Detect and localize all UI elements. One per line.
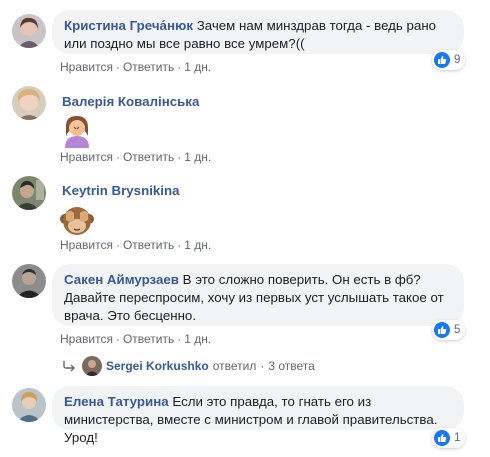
comment-bubble: Кристина Греча́нюк Зачем нам минздрав то… bbox=[52, 10, 464, 54]
like-reaction-icon bbox=[434, 430, 450, 446]
avatar bbox=[82, 356, 102, 376]
comment-author[interactable]: Keytrin Brysnikina bbox=[62, 182, 180, 200]
timestamp-link[interactable]: 1 дн. bbox=[184, 150, 211, 164]
reply-link[interactable]: Ответить bbox=[123, 60, 174, 74]
comment-bubble: Сакен Аймурзаев В это сложно поверить. О… bbox=[52, 264, 464, 326]
comment-bubble: Елена Татурина Если это правда, то гнать… bbox=[52, 386, 464, 445]
like-reaction-icon bbox=[434, 322, 450, 338]
comment-author[interactable]: Сакен Аймурзаев bbox=[64, 272, 179, 287]
see-no-evil-monkey-emoji bbox=[60, 203, 94, 237]
comment-author[interactable]: Валерія Ковалінська bbox=[62, 93, 199, 111]
comment-actions: Нравится · Ответить · 1 дн. bbox=[60, 238, 212, 252]
reply-arrow-icon bbox=[62, 360, 76, 372]
timestamp-link[interactable]: 1 дн. bbox=[184, 60, 211, 74]
like-reaction-icon bbox=[434, 52, 450, 68]
reaction-count-badge[interactable]: 5 bbox=[432, 320, 466, 340]
timestamp-link[interactable]: 1 дн. bbox=[184, 332, 211, 346]
comment-author[interactable]: Елена Татурина bbox=[64, 394, 169, 409]
avatar[interactable] bbox=[12, 14, 46, 48]
like-link[interactable]: Нравится bbox=[60, 238, 113, 252]
comment-actions: Нравится · Ответить · 1 дн. bbox=[60, 150, 212, 164]
reply-count: 3 ответа bbox=[268, 359, 315, 373]
reply-link[interactable]: Ответить bbox=[123, 238, 174, 252]
avatar[interactable] bbox=[12, 264, 46, 298]
reply-author[interactable]: Sergei Korkushko bbox=[106, 359, 209, 373]
like-link[interactable]: Нравится bbox=[60, 332, 113, 346]
comment-author[interactable]: Кристина Греча́нюк bbox=[64, 18, 193, 33]
reply-link[interactable]: Ответить bbox=[123, 150, 174, 164]
reaction-count: 5 bbox=[454, 324, 461, 336]
timestamp-link[interactable]: 1 дн. bbox=[184, 238, 211, 252]
reply-link[interactable]: Ответить bbox=[123, 332, 174, 346]
reaction-count-badge[interactable]: 9 bbox=[432, 50, 466, 70]
avatar[interactable] bbox=[12, 176, 46, 210]
like-link[interactable]: Нравится bbox=[60, 60, 113, 74]
comment-actions: Нравится · Ответить · 1 дн. bbox=[60, 60, 212, 74]
like-link[interactable]: Нравится bbox=[60, 150, 113, 164]
avatar[interactable] bbox=[12, 388, 46, 422]
reaction-count-badge[interactable]: 1 bbox=[432, 428, 466, 448]
reaction-count: 1 bbox=[454, 432, 461, 444]
reaction-count: 9 bbox=[454, 54, 461, 66]
reply-action: ответил bbox=[212, 359, 257, 373]
comment-actions: Нравится · Ответить · 1 дн. bbox=[60, 332, 212, 346]
view-replies-link[interactable]: Sergei Korkushko ответил · 3 ответа bbox=[62, 356, 315, 376]
avatar[interactable] bbox=[12, 86, 46, 120]
facepalm-emoji bbox=[60, 114, 94, 148]
